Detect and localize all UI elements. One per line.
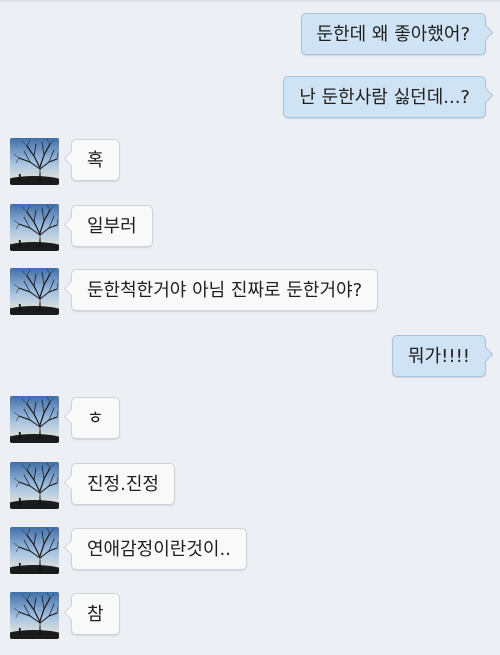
friend-avatar[interactable] — [10, 462, 59, 509]
message-text: 난 둔한사람 싫던데...? — [299, 87, 470, 108]
message-text: 둔한척한거야 아님 진짜로 둔한거야? — [87, 280, 363, 301]
incoming-message-bubble[interactable]: 둔한척한거야 아님 진짜로 둔한거야? — [63, 269, 379, 311]
message-text: 둔한데 왜 좋아했어? — [316, 24, 470, 45]
bubble-tail — [63, 280, 80, 297]
bubble-tail — [63, 408, 80, 425]
friend-avatar[interactable] — [10, 268, 59, 315]
message-text: 일부러 — [87, 216, 137, 237]
message-text: ㅎ — [87, 408, 104, 429]
incoming-message-bubble[interactable]: 혹 — [63, 139, 120, 181]
bubble-tail — [477, 87, 494, 104]
friend-avatar[interactable] — [10, 396, 59, 443]
lone-tree-silhouette-icon — [10, 138, 59, 185]
message-text: 뭐가!!!! — [408, 346, 470, 367]
incoming-message-bubble[interactable]: 참 — [63, 593, 120, 635]
bubble-tail — [63, 604, 80, 621]
incoming-message-bubble[interactable]: 일부러 — [63, 205, 153, 247]
outgoing-message-bubble[interactable]: 뭐가!!!! — [392, 335, 494, 377]
bubble-tail — [63, 150, 80, 167]
lone-tree-silhouette-icon — [10, 592, 59, 639]
bubble-tail — [477, 346, 494, 363]
bubble-tail — [63, 216, 80, 233]
lone-tree-silhouette-icon — [10, 204, 59, 251]
lone-tree-silhouette-icon — [10, 396, 59, 443]
top-edge-divider — [0, 0, 500, 2]
outgoing-message-bubble[interactable]: 둔한데 왜 좋아했어? — [300, 13, 494, 55]
friend-avatar[interactable] — [10, 592, 59, 639]
lone-tree-silhouette-icon — [10, 268, 59, 315]
friend-avatar[interactable] — [10, 204, 59, 251]
message-text: 진정.진정 — [87, 474, 159, 495]
friend-avatar[interactable] — [10, 138, 59, 185]
bubble-tail — [477, 24, 494, 41]
friend-avatar[interactable] — [10, 527, 59, 574]
message-text: 참 — [87, 604, 104, 625]
lone-tree-silhouette-icon — [10, 527, 59, 574]
incoming-message-bubble[interactable]: 진정.진정 — [63, 463, 175, 505]
incoming-message-bubble[interactable]: ㅎ — [63, 397, 120, 439]
lone-tree-silhouette-icon — [10, 462, 59, 509]
message-text: 연애감정이란것이.. — [87, 539, 231, 560]
bubble-tail — [63, 474, 80, 491]
incoming-message-bubble[interactable]: 연애감정이란것이.. — [63, 528, 247, 570]
message-text: 혹 — [87, 150, 104, 171]
outgoing-message-bubble[interactable]: 난 둔한사람 싫던데...? — [283, 76, 494, 118]
bubble-tail — [63, 539, 80, 556]
